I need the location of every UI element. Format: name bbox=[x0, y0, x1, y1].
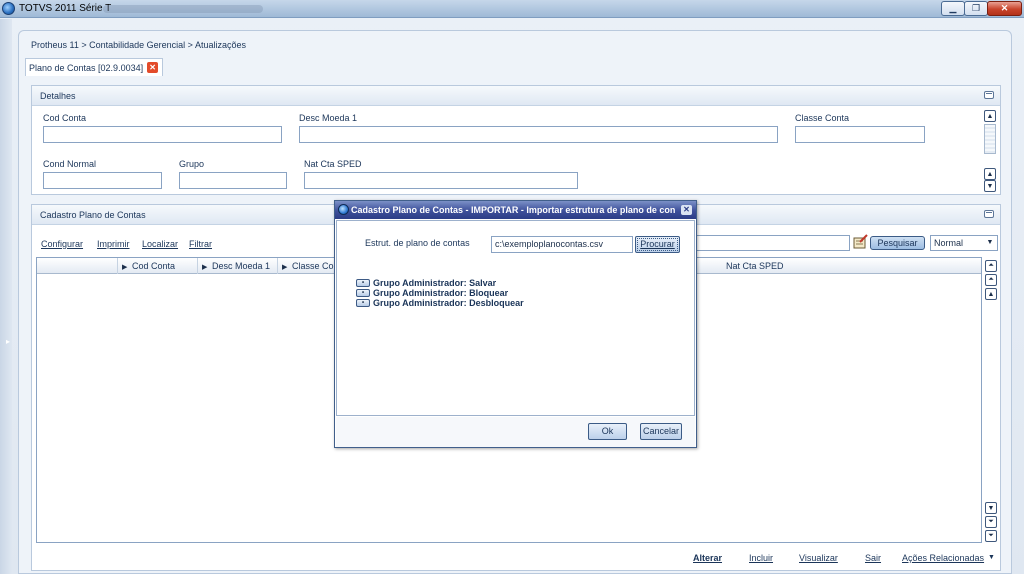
classe-conta-input[interactable] bbox=[795, 126, 925, 143]
details-section: Detalhes Cod Conta Desc Moeda 1 Classe C… bbox=[31, 85, 1001, 195]
tab-label: Plano de Contas [02.9.0034] bbox=[29, 62, 144, 73]
notepad-search-icon[interactable] bbox=[852, 234, 868, 250]
sort-arrow-icon: ▶ bbox=[202, 264, 208, 271]
minimize-icon: ▁ bbox=[949, 3, 957, 13]
maximize-button[interactable]: ❐ bbox=[964, 1, 988, 16]
visualizar-action[interactable]: Visualizar bbox=[799, 553, 838, 563]
page-up-icon: ⏶ bbox=[988, 276, 994, 283]
arrow-up-icon: ▲ bbox=[986, 170, 994, 178]
file-path-input[interactable]: c:\exemploplanocontas.csv bbox=[491, 236, 633, 253]
incluir-action[interactable]: Incluir bbox=[749, 553, 773, 563]
file-label: Estrut. de plano de contas bbox=[365, 238, 470, 248]
dialog-close-icon[interactable]: ✕ bbox=[681, 205, 692, 215]
col-desc-moeda[interactable]: ▶ Desc Moeda 1 bbox=[197, 258, 277, 274]
filtrar-link[interactable]: Filtrar bbox=[189, 239, 212, 249]
details-scroll-down-button[interactable]: ▼ bbox=[984, 180, 996, 192]
pesquisar-button[interactable]: Pesquisar bbox=[870, 236, 925, 250]
ok-button[interactable]: Ok bbox=[588, 423, 627, 440]
arrow-down-icon: ▼ bbox=[987, 504, 995, 512]
cod-conta-label: Cod Conta bbox=[43, 113, 87, 123]
search-mode-value: Normal bbox=[934, 238, 964, 248]
arrow-up-icon: ▲ bbox=[986, 112, 994, 120]
app-logo-icon bbox=[2, 2, 15, 15]
grupo-input[interactable] bbox=[179, 172, 287, 189]
sort-arrow-icon: ▶ bbox=[282, 264, 288, 271]
nat-cta-sped-input[interactable] bbox=[304, 172, 578, 189]
grid-scrollbar[interactable]: ⏶ ⏶ ▲ ▼ ⏷ ⏷ bbox=[984, 257, 998, 543]
dialog-footer: Ok Cancelar bbox=[336, 417, 695, 447]
group-item-salvar[interactable]: • Grupo Administrador: Salvar bbox=[356, 278, 496, 288]
grid-scroll-bottom-button[interactable]: ⏷ bbox=[985, 530, 997, 542]
col-nat-cta-sped[interactable]: Nat Cta SPED bbox=[722, 258, 981, 274]
classe-conta-label: Classe Conta bbox=[795, 113, 850, 123]
close-icon: ✕ bbox=[1000, 3, 1009, 13]
cod-conta-input[interactable] bbox=[43, 126, 282, 143]
cond-normal-label: Cond Normal bbox=[43, 159, 97, 169]
window-title-bar: TOTVS 2011 Série T ▁ ❐ ✕ bbox=[0, 0, 1024, 18]
grupo-label: Grupo bbox=[179, 159, 205, 169]
double-up-icon: ⏶ bbox=[988, 262, 994, 269]
breadcrumb: Protheus 11 > Contabilidade Gerencial > … bbox=[31, 40, 246, 50]
minimize-button[interactable]: ▁ bbox=[941, 1, 965, 16]
dialog-body: Estrut. de plano de contas c:\exemplopla… bbox=[336, 220, 695, 416]
left-collapse-strip[interactable]: ▸ bbox=[0, 19, 12, 574]
imprimir-link[interactable]: Imprimir bbox=[97, 239, 130, 249]
alterar-action[interactable]: Alterar bbox=[693, 553, 722, 563]
col-classe-conta[interactable]: ▶ Classe Co bbox=[277, 258, 337, 274]
group-item-desbloquear[interactable]: • Grupo Administrador: Desbloquear bbox=[356, 298, 524, 308]
expand-arrow-icon: ▸ bbox=[6, 337, 11, 346]
acoes-relacionadas-action[interactable]: Ações Relacionadas bbox=[902, 553, 984, 563]
dot-button-icon: • bbox=[356, 279, 370, 287]
page-down-icon: ⏷ bbox=[988, 518, 994, 525]
procurar-button[interactable]: Procurar bbox=[635, 236, 680, 253]
cadastro-title: Cadastro Plano de Contas bbox=[40, 210, 146, 220]
configurar-link[interactable]: Configurar bbox=[41, 239, 83, 249]
details-scroll-up-button[interactable]: ▲ bbox=[984, 110, 996, 122]
dot-button-icon: • bbox=[356, 299, 370, 307]
search-input[interactable] bbox=[688, 235, 850, 251]
col-cod-conta[interactable]: ▶ Cod Conta bbox=[117, 258, 197, 274]
blurred-title-detail bbox=[103, 5, 263, 13]
grid-page-up-button[interactable]: ⏶ bbox=[985, 274, 997, 286]
details-collapse-icon[interactable] bbox=[984, 91, 994, 99]
chevron-down-icon: ▼ bbox=[986, 239, 994, 246]
details-header: Detalhes bbox=[32, 86, 1000, 106]
search-mode-select[interactable]: Normal ▼ bbox=[930, 235, 998, 251]
cadastro-collapse-icon[interactable] bbox=[984, 210, 994, 218]
dialog-title-bar: Cadastro Plano de Contas - IMPORTAR - Im… bbox=[335, 201, 696, 219]
grid-scroll-up-button[interactable]: ▲ bbox=[985, 288, 997, 300]
dialog-app-icon bbox=[338, 204, 349, 215]
import-dialog: Cadastro Plano de Contas - IMPORTAR - Im… bbox=[334, 200, 697, 448]
double-down-icon: ⏷ bbox=[988, 532, 994, 539]
dialog-title: Cadastro Plano de Contas - IMPORTAR - Im… bbox=[351, 205, 676, 215]
nat-cta-sped-label: Nat Cta SPED bbox=[304, 159, 362, 169]
desc-moeda-input[interactable] bbox=[299, 126, 778, 143]
grid-scroll-top-button[interactable]: ⏶ bbox=[985, 260, 997, 272]
desc-moeda-label: Desc Moeda 1 bbox=[299, 113, 358, 123]
details-title: Detalhes bbox=[40, 91, 76, 101]
tab-close-icon[interactable]: ✕ bbox=[147, 62, 159, 73]
grid-scroll-down-button[interactable]: ▼ bbox=[985, 502, 997, 514]
details-scroll-up-button-2[interactable]: ▲ bbox=[984, 168, 996, 180]
tab-plano-de-contas[interactable]: Plano de Contas [02.9.0034] ✕ bbox=[25, 58, 164, 76]
details-scrollbar[interactable] bbox=[984, 124, 996, 154]
cond-normal-input[interactable] bbox=[43, 172, 162, 189]
arrow-down-icon: ▼ bbox=[986, 182, 994, 190]
group-item-bloquear[interactable]: • Grupo Administrador: Bloquear bbox=[356, 288, 508, 298]
grid-page-down-button[interactable]: ⏷ bbox=[985, 516, 997, 528]
chevron-down-icon[interactable]: ▼ bbox=[988, 554, 995, 561]
maximize-icon: ❐ bbox=[971, 3, 981, 13]
window-title: TOTVS 2011 Série T bbox=[19, 3, 112, 14]
dot-button-icon: • bbox=[356, 289, 370, 297]
sair-action[interactable]: Sair bbox=[865, 553, 881, 563]
action-bar: Alterar Incluir Visualizar Sair Ações Re… bbox=[32, 547, 1002, 569]
close-window-button[interactable]: ✕ bbox=[987, 1, 1022, 16]
localizar-link[interactable]: Localizar bbox=[142, 239, 178, 249]
sort-arrow-icon: ▶ bbox=[122, 264, 128, 271]
arrow-up-icon: ▲ bbox=[987, 290, 995, 298]
cancelar-button[interactable]: Cancelar bbox=[640, 423, 682, 440]
